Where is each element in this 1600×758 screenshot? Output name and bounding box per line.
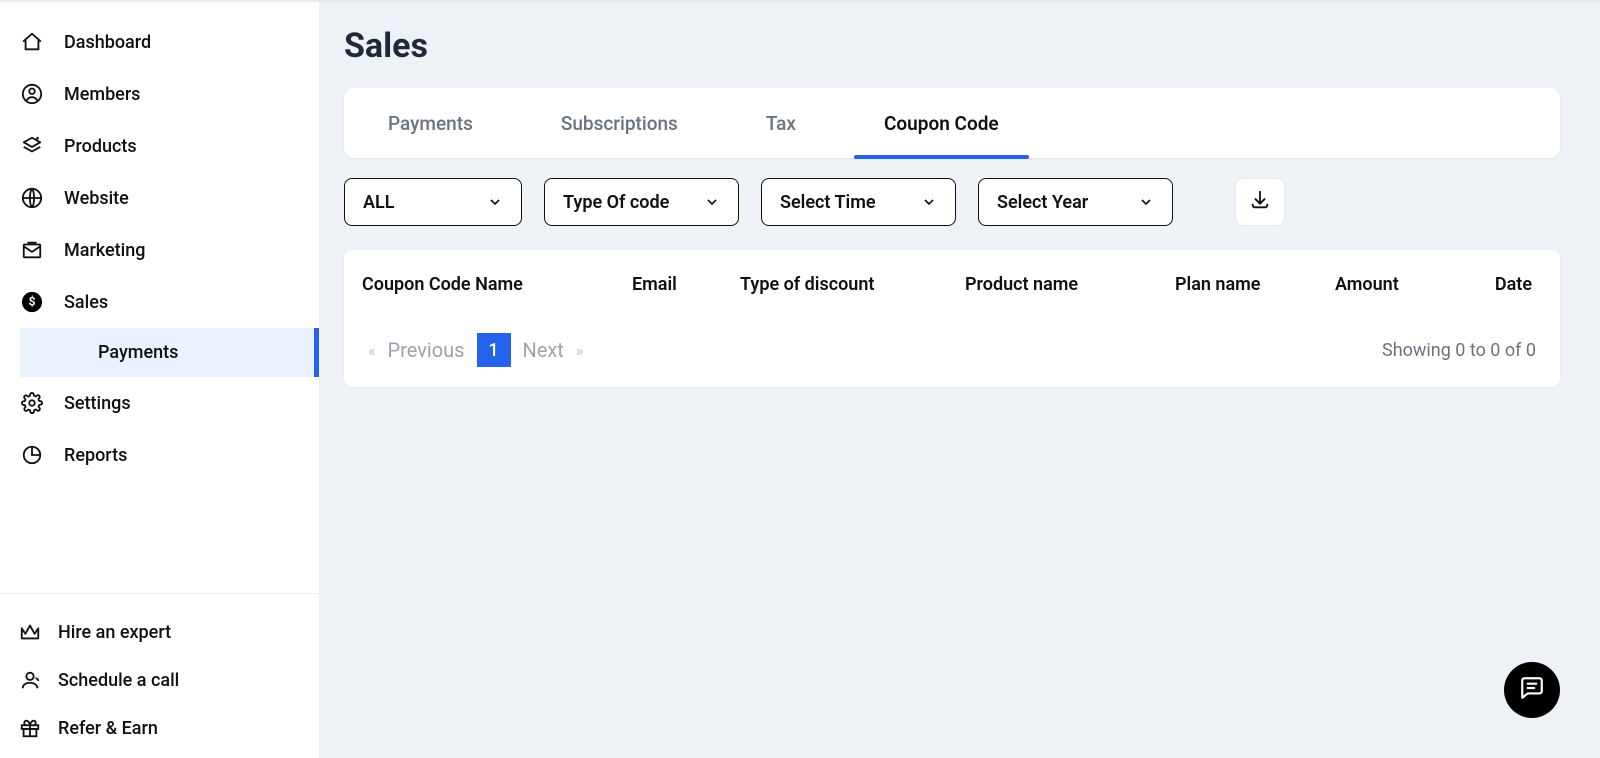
download-icon [1249, 189, 1271, 215]
svg-text:$: $ [29, 295, 36, 309]
pagination-summary: Showing 0 to 0 of 0 [1382, 340, 1536, 361]
layers-icon [20, 134, 44, 158]
sidebar-item-sales[interactable]: $ Sales [0, 276, 319, 328]
sidebar-item-website[interactable]: Website [0, 172, 319, 224]
sidebar-item-label: Products [64, 136, 137, 157]
table-header: Amount [1331, 274, 1466, 295]
sidebar-footer-nav: Hire an expert Schedule a call Refer & E… [0, 593, 319, 758]
sidebar-item-label: Dashboard [64, 32, 151, 53]
pagination: « Previous 1 Next » [368, 333, 583, 367]
pagination-prev[interactable]: Previous [388, 338, 465, 362]
tabs-bar: Payments Subscriptions Tax Coupon Code [344, 88, 1560, 158]
pagination-first-icon[interactable]: « [368, 341, 376, 360]
gear-icon [20, 391, 44, 415]
table-header: Email [628, 274, 736, 295]
tab-subscriptions[interactable]: Subscriptions [517, 88, 722, 158]
tab-coupon-code[interactable]: Coupon Code [840, 88, 1043, 158]
table-header: Date [1466, 274, 1536, 295]
filter-type-of-code[interactable]: Type Of code [544, 178, 739, 226]
chevron-down-icon [704, 194, 720, 210]
sidebar-item-dashboard[interactable]: Dashboard [0, 16, 319, 68]
headset-icon [18, 668, 42, 692]
sidebar-item-products[interactable]: Products [0, 120, 319, 172]
chat-icon [1519, 675, 1545, 705]
sidebar-item-label: Refer & Earn [58, 718, 158, 739]
tab-tax[interactable]: Tax [722, 88, 840, 158]
filter-label: ALL [363, 192, 394, 213]
pagination-next[interactable]: Next [523, 338, 564, 362]
home-icon [20, 30, 44, 54]
table-footer: « Previous 1 Next » Showing 0 to 0 of 0 [344, 319, 1560, 387]
dollar-circle-icon: $ [20, 290, 44, 314]
table-header-row: Coupon Code Name Email Type of discount … [344, 250, 1560, 319]
main-content: Sales Payments Subscriptions Tax Coupon … [320, 2, 1600, 758]
filters-row: ALL Type Of code Select Time Select Year [344, 178, 1560, 226]
user-circle-icon [20, 82, 44, 106]
sidebar-item-schedule-call[interactable]: Schedule a call [0, 656, 319, 704]
sidebar-item-label: Marketing [64, 240, 145, 261]
sidebar-main-nav: Dashboard Members Products Website [0, 2, 319, 593]
filter-select-year[interactable]: Select Year [978, 178, 1173, 226]
crown-icon [18, 620, 42, 644]
sidebar-item-label: Schedule a call [58, 670, 179, 691]
chevron-down-icon [1138, 194, 1154, 210]
filter-select-time[interactable]: Select Time [761, 178, 956, 226]
gift-icon [18, 716, 42, 740]
pie-chart-icon [20, 443, 44, 467]
download-button[interactable] [1235, 178, 1285, 226]
sidebar-item-label: Hire an expert [58, 622, 171, 643]
filter-all[interactable]: ALL [344, 178, 522, 226]
sidebar-item-label: Reports [64, 445, 127, 466]
sidebar-item-label: Website [64, 188, 129, 209]
globe-icon [20, 186, 44, 210]
sidebar-item-label: Sales [64, 292, 108, 313]
tab-label: Payments [388, 112, 473, 135]
tab-label: Subscriptions [561, 112, 678, 135]
sidebar-item-reports[interactable]: Reports [0, 429, 319, 481]
sidebar-subitem-payments[interactable]: Payments [20, 328, 319, 377]
tab-payments[interactable]: Payments [344, 88, 517, 158]
mail-icon [20, 238, 44, 262]
chevron-down-icon [487, 194, 503, 210]
data-table: Coupon Code Name Email Type of discount … [344, 250, 1560, 387]
filter-label: Select Time [780, 192, 876, 213]
pagination-page-current[interactable]: 1 [477, 333, 511, 367]
tab-label: Tax [766, 112, 796, 135]
table-header: Type of discount [736, 274, 961, 295]
sidebar-item-label: Members [64, 84, 140, 105]
sidebar-item-members[interactable]: Members [0, 68, 319, 120]
filter-label: Select Year [997, 192, 1088, 213]
chat-fab[interactable] [1504, 662, 1560, 718]
table-header: Plan name [1171, 274, 1331, 295]
tab-label: Coupon Code [884, 112, 999, 135]
sidebar-item-hire-expert[interactable]: Hire an expert [0, 608, 319, 656]
pagination-last-icon[interactable]: » [576, 341, 584, 360]
sidebar-item-settings[interactable]: Settings [0, 377, 319, 429]
table-header: Coupon Code Name [358, 274, 628, 295]
sidebar-subitem-label: Payments [98, 342, 178, 363]
sidebar-item-refer-earn[interactable]: Refer & Earn [0, 704, 319, 752]
filter-label: Type Of code [563, 192, 669, 213]
chevron-down-icon [921, 194, 937, 210]
page-title: Sales [344, 26, 1560, 66]
sidebar: Dashboard Members Products Website [0, 2, 320, 758]
sidebar-item-label: Settings [64, 393, 131, 414]
sidebar-item-marketing[interactable]: Marketing [0, 224, 319, 276]
table-header: Product name [961, 274, 1171, 295]
